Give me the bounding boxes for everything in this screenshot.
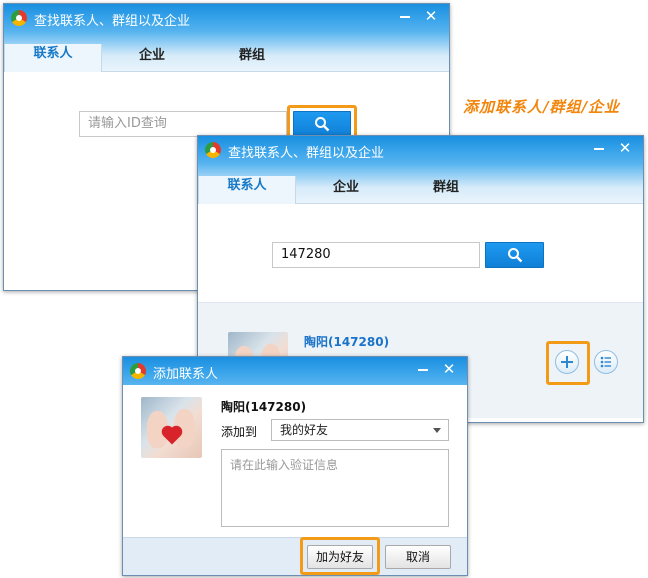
message-placeholder: 请在此输入验证信息 (230, 458, 339, 472)
add-friend-highlight (300, 537, 380, 575)
dialog-footer: 加为好友 取消 (123, 537, 467, 575)
minimize-icon[interactable] (413, 359, 433, 379)
close-icon[interactable]: ✕ (439, 359, 459, 379)
dialog-body: 陶阳(147280) 添加到 我的好友 请在此输入验证信息 (123, 385, 467, 537)
app-logo-icon (11, 10, 27, 26)
tab-enterprise[interactable]: 企业 (104, 46, 200, 72)
result-name[interactable]: 陶阳(147280) (304, 333, 389, 350)
avatar (141, 397, 202, 458)
close-icon[interactable]: ✕ (421, 6, 441, 26)
search-value: 147280 (281, 247, 331, 262)
tab-contacts[interactable]: 联系人 (4, 44, 102, 73)
tab-bar: 联系人 企业 群组 (198, 164, 643, 205)
dialog-title: 添加联系人 (153, 367, 219, 382)
title-bar[interactable]: 添加联系人 ✕ (123, 357, 467, 385)
window-title: 查找联系人、群组以及企业 (34, 14, 191, 29)
add-button-highlight (546, 341, 590, 385)
window-title: 查找联系人、群组以及企业 (228, 146, 385, 161)
tab-groups[interactable]: 群组 (204, 46, 300, 72)
minimize-icon[interactable] (589, 138, 609, 158)
tab-groups[interactable]: 群组 (398, 178, 494, 204)
search-icon (507, 248, 522, 263)
group-select[interactable]: 我的好友 (271, 419, 449, 441)
details-button[interactable] (594, 350, 618, 374)
search-button[interactable] (485, 242, 544, 268)
list-icon (600, 356, 611, 368)
chevron-down-icon (433, 428, 441, 433)
tab-bar: 联系人 企业 群组 (4, 32, 449, 73)
search-input[interactable]: 147280 (272, 242, 480, 268)
minimize-icon[interactable] (395, 6, 415, 26)
app-logo-icon (130, 363, 146, 379)
group-select-value: 我的好友 (280, 423, 329, 437)
verification-message-input[interactable]: 请在此输入验证信息 (221, 449, 449, 527)
tab-enterprise[interactable]: 企业 (298, 178, 394, 204)
tab-contacts[interactable]: 联系人 (198, 176, 296, 205)
search-placeholder: 请输入ID查询 (88, 116, 167, 131)
search-input[interactable]: 请输入ID查询 (79, 111, 287, 137)
annotation-text: 添加联系人/群组/企业 (463, 98, 620, 116)
add-to-label: 添加到 (221, 425, 258, 439)
contact-name: 陶阳(147280) (221, 400, 307, 414)
cancel-button[interactable]: 取消 (385, 545, 451, 569)
title-bar[interactable]: 查找联系人、群组以及企业 ✕ (198, 136, 643, 164)
close-icon[interactable]: ✕ (615, 138, 635, 158)
add-contact-dialog: 添加联系人 ✕ 陶阳(147280) 添加到 我的好友 请在此输入验证信息 加为… (122, 356, 468, 576)
title-bar[interactable]: 查找联系人、群组以及企业 ✕ (4, 4, 449, 32)
app-logo-icon (205, 142, 221, 158)
